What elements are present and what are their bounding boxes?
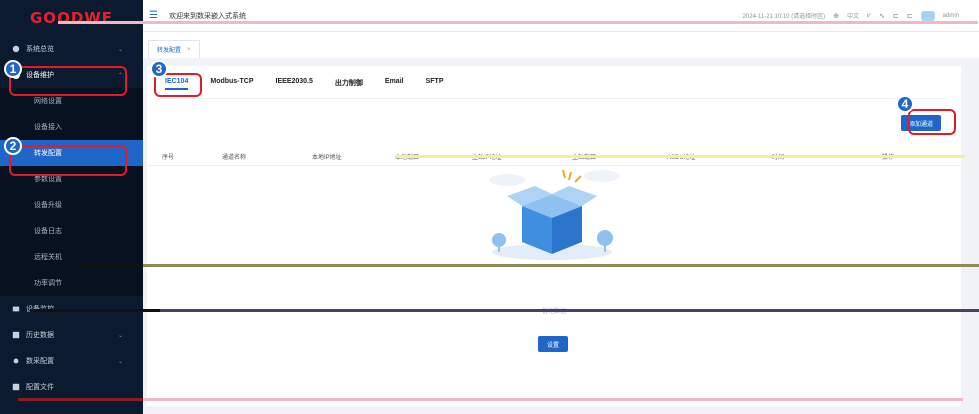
tab-ieee2030[interactable]: IEEE2030.5 bbox=[276, 78, 313, 90]
sidebar-subitem-device-access[interactable]: 设备接入 bbox=[0, 114, 143, 140]
rs485-icon: ⊏ bbox=[906, 12, 913, 20]
set-button[interactable]: 设置 bbox=[538, 336, 568, 352]
sidebar-subitem-logs[interactable]: 设备日志 bbox=[0, 218, 143, 244]
avatar[interactable] bbox=[920, 10, 935, 21]
sidebar-item-config-file[interactable]: 配置文件 bbox=[0, 374, 143, 400]
callout-badge-2: 2 bbox=[4, 137, 22, 155]
ethernet-icon: ⊏ bbox=[892, 12, 899, 20]
highlight-add-channel bbox=[908, 109, 956, 135]
sidebar-item-history[interactable]: 历史数据 ⌄ bbox=[0, 322, 143, 348]
callout-badge-3: 3 bbox=[150, 60, 168, 78]
config-icon bbox=[13, 358, 19, 364]
chevron-down-icon: ⌄ bbox=[117, 332, 123, 339]
sidebar-item-collector-config[interactable]: 数采配置 ⌄ bbox=[0, 348, 143, 374]
col-index: 序号 bbox=[162, 155, 175, 161]
datetime-text[interactable]: 2024-11-21 10:10 (请选择时区) bbox=[743, 11, 826, 20]
protocol-tabs: IEC104 Modbus-TCP IEEE2030.5 出力制御 Email … bbox=[165, 78, 443, 90]
wifi-icon: ∿ bbox=[879, 12, 885, 20]
history-icon bbox=[12, 331, 20, 339]
top-header: ☰ 欢迎来到数采嵌入式系统 2024-11-21 10:10 (请选择时区) ⊕… bbox=[143, 0, 979, 32]
tab-sftp[interactable]: SFTP bbox=[426, 78, 444, 90]
sidebar-item-overview[interactable]: 系统总览 ⌄ bbox=[0, 36, 143, 62]
main-content: IEC104 Modbus-TCP IEEE2030.5 出力制御 Email … bbox=[147, 66, 961, 406]
col-channel-name: 通道名称 bbox=[222, 155, 247, 161]
tab-modbus-tcp[interactable]: Modbus-TCP bbox=[210, 78, 253, 90]
chevron-down-icon: ⌄ bbox=[117, 46, 123, 53]
brand-logo: GOODWE bbox=[30, 9, 114, 27]
file-icon bbox=[12, 383, 20, 391]
callout-badge-4: 4 bbox=[896, 95, 914, 113]
tab-output-control[interactable]: 出力制御 bbox=[335, 78, 363, 90]
tab-email[interactable]: Email bbox=[385, 78, 404, 90]
tab-forward-config[interactable]: 转发配置 × bbox=[148, 40, 200, 58]
callout-badge-1: 1 bbox=[4, 60, 22, 78]
language-select[interactable]: 中文 bbox=[847, 11, 859, 20]
signal-icon: ⩗ bbox=[867, 11, 872, 19]
chevron-down-icon: ⌄ bbox=[117, 358, 123, 365]
highlight-forward-config bbox=[9, 145, 127, 176]
monitor-icon bbox=[12, 306, 20, 312]
welcome-text: 欢迎来到数采嵌入式系统 bbox=[169, 12, 246, 20]
user-menu[interactable]: admin bbox=[943, 13, 959, 19]
sidebar: GOODWE 系统总览 ⌄ 设备维护 ⌃ 网络设置 设备接入 转发配置 参数设置… bbox=[0, 0, 143, 414]
close-icon[interactable]: × bbox=[187, 47, 191, 53]
col-local-ip: 本地IP地址 bbox=[312, 155, 342, 161]
globe-icon[interactable]: ⊕ bbox=[833, 12, 839, 20]
menu-toggle-icon[interactable]: ☰ bbox=[149, 10, 161, 21]
sidebar-subitem-upgrade[interactable]: 设备升级 bbox=[0, 192, 143, 218]
highlight-maintenance bbox=[9, 66, 127, 96]
sidebar-subitem-power[interactable]: 功率调节 bbox=[0, 270, 143, 296]
page-tabs: 转发配置 × bbox=[143, 32, 979, 58]
empty-illustration bbox=[477, 166, 627, 266]
dashboard-icon bbox=[12, 45, 20, 53]
